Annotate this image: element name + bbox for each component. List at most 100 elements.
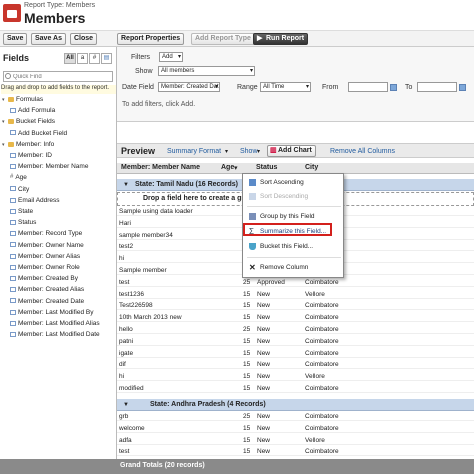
field-item[interactable]: Status [10,218,36,227]
table-row: grb 25 New Coimbatore [117,412,474,421]
filters-hint: To add filters, click Add. [122,101,196,108]
field-folder[interactable]: ▾ Member: Info [2,140,54,149]
range-select[interactable]: All Time [260,82,311,92]
from-date-input[interactable] [348,82,388,92]
group-by-field-item[interactable]: Group by this Field [249,212,315,221]
sort-ascending-item[interactable]: Sort Ascending [249,178,304,187]
cell-age: 25 [243,326,251,333]
field-label: Add Formula [18,107,56,115]
field-item[interactable]: Email Address [10,196,60,205]
field-item[interactable]: State [10,207,33,216]
field-item[interactable]: Member: Created Alias [10,285,84,294]
field-item[interactable]: Member: Owner Role [10,263,80,272]
field-icon [10,264,16,270]
field-item[interactable]: Member: Member Name [10,162,88,171]
save-as-button[interactable]: Save As [31,33,66,45]
column-header-age[interactable]: Age [221,164,234,171]
grand-totals-bar: Grand Totals (20 records) [0,459,474,474]
field-label: City [18,185,30,193]
group-header[interactable]: ▼ State: Andhra Pradesh (4 Records) [117,399,474,411]
cell-status: New [257,314,271,322]
table-row: hello 25 New Coimbatore [117,325,474,334]
from-label: From [322,84,339,91]
column-header-status[interactable]: Status [256,164,277,171]
field-item[interactable]: Add Bucket Field [10,129,67,138]
bucket-field-item[interactable]: Bucket this Field... [249,242,313,251]
menu-divider [247,257,341,258]
table-row: 10th March 2013 new 15 New Coimbatore [117,313,474,323]
field-item[interactable]: Member: Last Modified By [10,308,94,317]
folder-icon [8,96,14,102]
field-icon [10,275,16,281]
close-button[interactable]: Close [70,33,98,45]
cell-age: 15 [243,436,251,444]
calendar-icon[interactable] [459,84,466,91]
to-date-input[interactable] [417,82,457,92]
quick-find-input[interactable] [3,71,113,82]
field-item[interactable]: Member: ID [10,151,52,160]
field-icon [10,219,16,225]
field-icon [10,253,16,259]
field-item[interactable]: # Age [10,173,27,182]
field-item[interactable]: Member: Owner Name [10,241,84,250]
cell-age: 15 [243,361,251,369]
cell-member-name: hello [119,326,133,333]
tab-date-fields[interactable]: ▤ [101,53,112,64]
collapse-icon[interactable]: ▼ [123,179,129,191]
field-item[interactable]: Member: Last Modified Alias [10,319,100,328]
date-field-select[interactable]: Member: Created Dat [158,82,220,92]
cell-age: 15 [243,290,251,298]
cell-age: 15 [243,337,251,345]
chart-icon: ▥ [270,147,277,154]
cell-age: 15 [243,302,251,310]
column-header-member-name[interactable]: Member: Member Name [121,164,200,171]
add-chart-button[interactable]: ▥ Add Chart [267,145,316,157]
field-item[interactable]: Member: Last Modified Date [10,330,100,339]
cell-city: Coimbatore [305,278,339,286]
report-properties-button[interactable]: Report Properties [117,33,185,45]
number-field-icon: # [10,174,14,181]
sort-descending-icon [249,192,256,200]
summary-format-menu[interactable]: Summary Format [167,148,221,155]
chevron-down-icon[interactable]: ▾ [225,148,228,155]
tab-number-fields[interactable]: # [89,53,100,64]
cell-city: Coimbatore [305,413,339,420]
field-icon [10,309,16,315]
show-select[interactable]: All members [158,66,255,76]
remove-all-columns-link[interactable]: Remove All Columns [330,148,395,155]
cell-age: 15 [243,373,251,381]
report-icon [3,4,21,22]
to-label: To [405,84,413,91]
field-item[interactable]: Member: Owner Alias [10,252,80,261]
field-icon [10,163,16,169]
remove-column-item[interactable]: ✕ Remove Column [249,263,308,272]
add-filter-select[interactable]: Add [159,52,183,62]
field-item[interactable]: City [10,185,29,194]
show-menu[interactable]: Show [240,148,258,155]
cell-status: New [257,290,271,298]
run-report-button[interactable]: ▶ Run Report [253,33,309,45]
field-icon [10,298,16,304]
cell-member-name: Test226598 [119,302,153,310]
preview-header: Preview Summary Format ▾ Show ▾ ▥ Add Cha… [117,143,474,158]
tab-text-fields[interactable]: a [77,53,88,64]
field-folder[interactable]: ▾ Bucket Fields [2,117,55,126]
folder-icon [8,119,14,125]
collapse-icon[interactable]: ▼ [123,399,129,411]
calendar-icon[interactable] [390,84,397,91]
tab-all[interactable]: All [64,53,76,64]
range-label: Range [237,84,258,91]
chevron-down-icon[interactable]: ▾ [257,148,260,155]
cell-city: Vellore [305,436,325,444]
column-header-city[interactable]: City [305,164,318,171]
field-item[interactable]: Member: Created By [10,274,78,283]
field-item[interactable]: Member: Created Date [10,297,84,306]
field-item[interactable]: Add Formula [10,106,55,115]
field-item[interactable]: Member: Record Type [10,229,82,238]
save-button[interactable]: Save [3,33,28,45]
cell-member-name: patni [119,337,134,345]
cell-member-name: dif [119,361,126,369]
field-folder[interactable]: ▾ Formulas [2,95,43,104]
column-menu-icon[interactable]: ▾ [234,164,238,172]
field-icon [10,320,16,326]
